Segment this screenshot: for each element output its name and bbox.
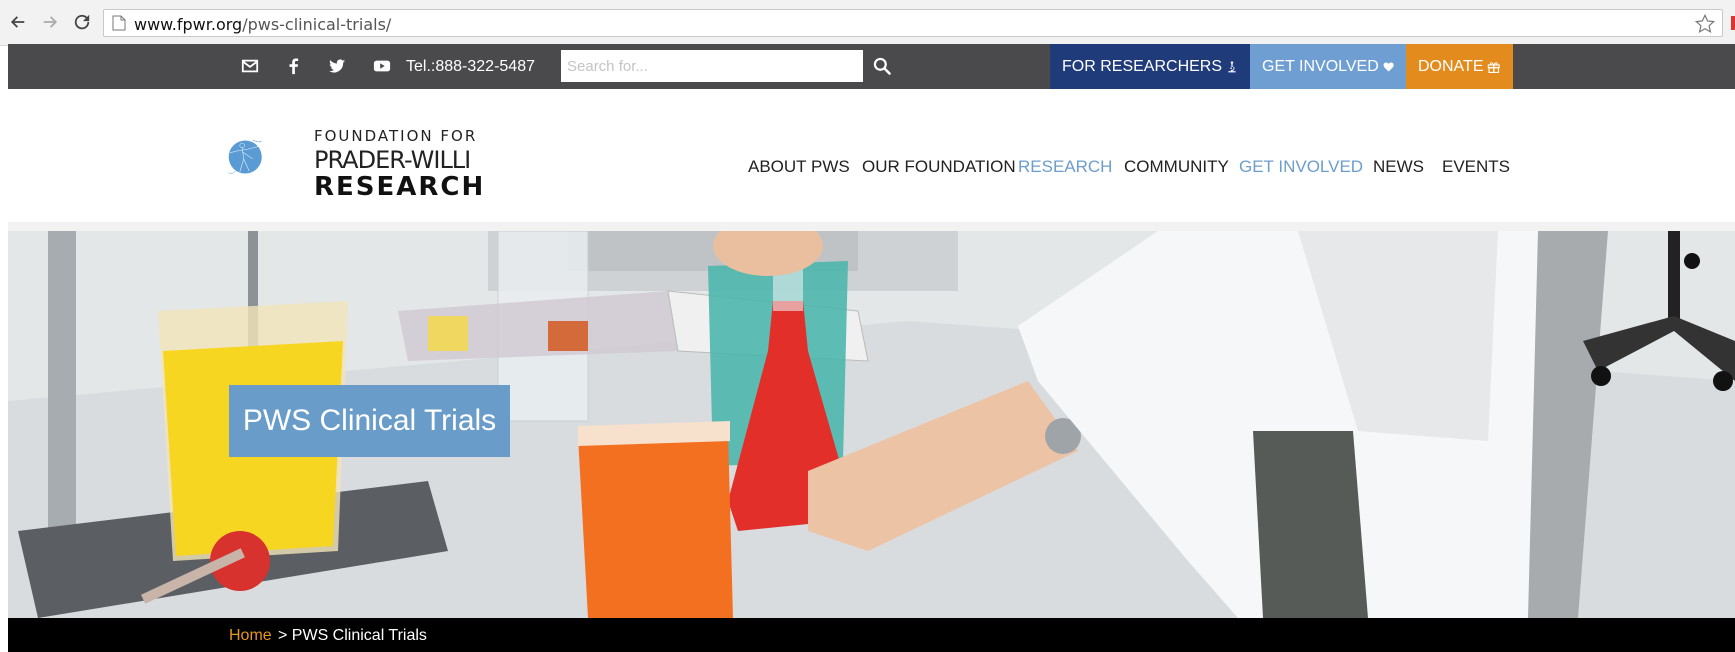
reload-icon[interactable] [72,12,92,32]
logo-text-foundation: FOUNDATION FOR [314,127,478,145]
utility-bar: Tel.:888-322-5487 FOR RESEARCHERS GET IN… [8,44,1735,89]
donate-label: DONATE [1418,57,1484,75]
browser-chrome: www.fpwr.org/pws-clinical-trials/ [0,0,1735,46]
twitter-icon[interactable] [327,56,347,76]
for-researchers-label: FOR RESEARCHERS [1062,57,1223,75]
nav-news[interactable]: NEWS [1373,157,1424,177]
address-bar[interactable]: www.fpwr.org/pws-clinical-trials/ [103,9,1723,37]
breadcrumb-home-link[interactable]: Home [229,627,272,645]
nav-about-pws[interactable]: ABOUT PWS [748,157,850,177]
nav-get-involved[interactable]: GET INVOLVED [1239,157,1363,177]
page-title: PWS Clinical Trials [229,385,510,457]
youtube-icon[interactable] [372,56,392,76]
microscope-icon [1228,61,1236,72]
phone-number: Tel.:888-322-5487 [406,58,535,75]
heart-icon [1383,62,1394,71]
gift-icon [1488,61,1501,73]
search-icon[interactable] [870,54,894,78]
forward-arrow-icon[interactable] [40,12,60,32]
get-involved-button[interactable]: GET INVOLVED [1250,44,1406,89]
donate-button[interactable]: DONATE [1406,44,1513,89]
nav-events[interactable]: EVENTS [1442,157,1510,177]
for-researchers-button[interactable]: FOR RESEARCHERS [1050,44,1250,89]
page-icon [112,15,126,31]
search-input[interactable] [561,50,863,82]
email-icon[interactable] [240,56,260,76]
get-involved-label: GET INVOLVED [1262,57,1379,75]
header-divider [8,222,1735,231]
breadcrumb: Home > PWS Clinical Trials [8,618,1735,652]
menu-icon[interactable] [1731,16,1735,30]
logo-text-research: RESEARCH [314,172,486,202]
nav-community[interactable]: COMMUNITY [1124,157,1229,177]
nav-our-foundation[interactable]: OUR FOUNDATION [862,157,1016,177]
bookmark-star-icon[interactable] [1694,13,1716,35]
facebook-icon[interactable] [284,56,304,76]
nav-research[interactable]: RESEARCH [1018,157,1112,177]
fpwr-logo[interactable] [226,107,326,207]
breadcrumb-current: > PWS Clinical Trials [278,627,427,644]
url-text: www.fpwr.org/pws-clinical-trials/ [134,15,392,34]
hero-banner: PWS Clinical Trials [8,231,1735,618]
back-arrow-icon[interactable] [8,12,28,32]
logo-text-prader-willi: PRADER-WILLI [314,146,471,174]
